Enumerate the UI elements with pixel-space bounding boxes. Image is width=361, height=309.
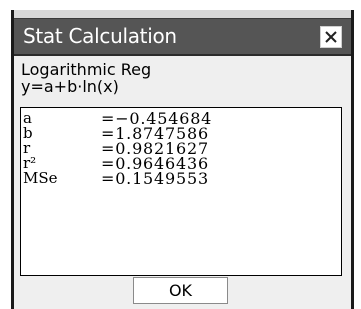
regression-type: Logarithmic Reg	[21, 60, 152, 79]
regression-header: Logarithmic Reg y=a+b·ln(x)	[21, 61, 341, 95]
result-name: MSe	[23, 169, 58, 187]
close-icon	[325, 31, 337, 43]
results-panel: a =−0.454684 b =1.8747586 r =0.9821627 r…	[20, 107, 342, 276]
regression-equation: y=a+b·ln(x)	[21, 77, 119, 96]
dialog-title: Stat Calculation	[23, 24, 177, 48]
ok-button[interactable]: OK	[133, 277, 228, 304]
stat-calculation-dialog: Stat Calculation Logarithmic Reg y=a+b·l…	[11, 10, 354, 309]
screen: Stat Calculation Logarithmic Reg y=a+b·l…	[0, 0, 361, 309]
title-bar: Stat Calculation	[14, 18, 351, 56]
top-band	[14, 10, 351, 18]
result-value: =0.1549553	[101, 169, 209, 188]
close-button[interactable]	[320, 26, 342, 48]
